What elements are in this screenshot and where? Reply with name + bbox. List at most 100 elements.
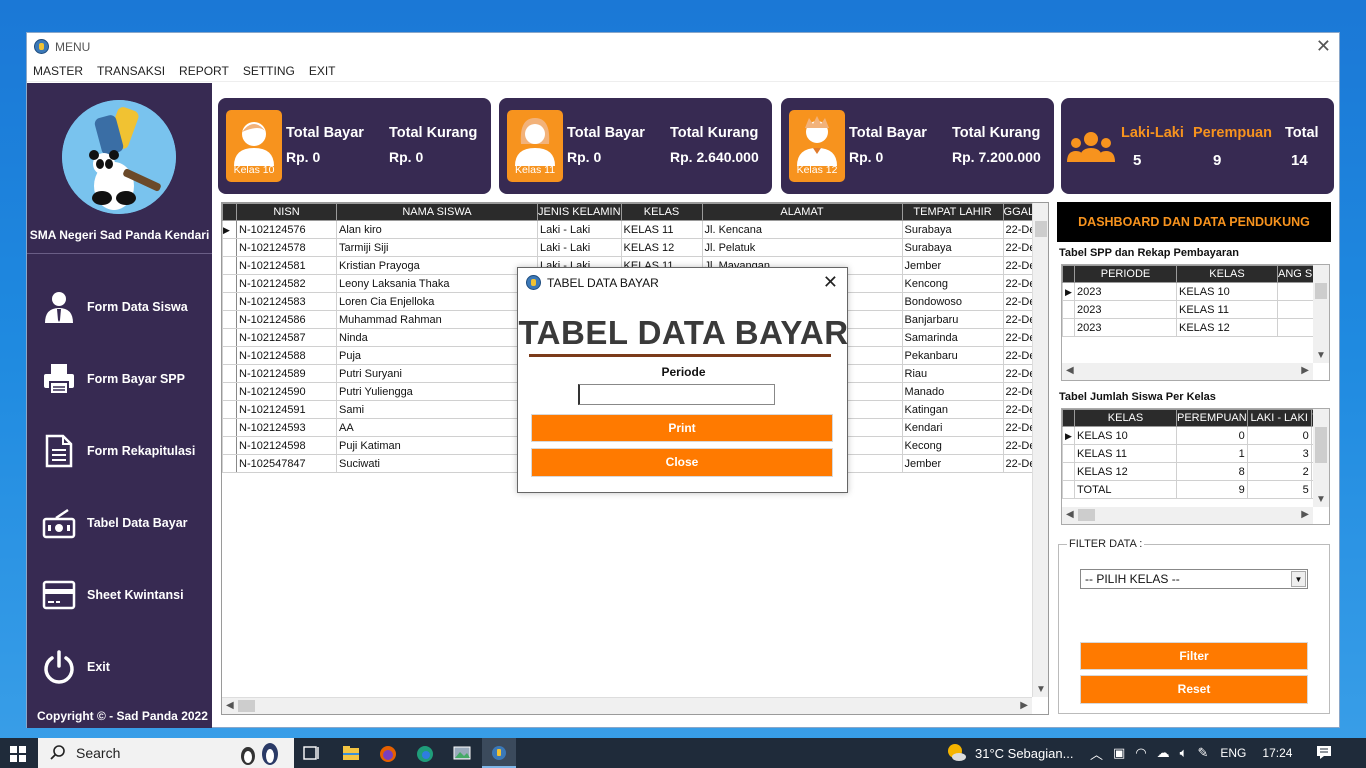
sidebar-item-form-bayar-spp[interactable]: Form Bayar SPP [41, 359, 211, 399]
table-cell[interactable]: Jember [901, 454, 1004, 473]
row-header[interactable] [222, 454, 237, 473]
table-row[interactable]: 2023 KELAS 12 [1062, 318, 1321, 337]
table-cell[interactable]: Samarinda [901, 328, 1004, 347]
table-row[interactable]: ▶ 2023 KELAS 10 [1062, 282, 1321, 301]
row-header[interactable] [1062, 300, 1075, 319]
chevron-up-icon[interactable]: ︿ [1090, 744, 1103, 763]
menu-report[interactable]: REPORT [179, 64, 229, 78]
row-header[interactable] [222, 274, 237, 293]
windows-start-icon[interactable] [10, 746, 26, 765]
file-explorer-icon[interactable] [342, 745, 360, 761]
scroll-right-icon[interactable]: ▶ [1020, 700, 1028, 711]
table-cell[interactable]: 3 [1246, 444, 1312, 463]
table-row[interactable]: KELAS 12 8 2 [1062, 462, 1321, 481]
spp-table[interactable]: PERIODE KELAS ANG SP ▶ 2023 KELAS 10 2023 KE… [1061, 264, 1330, 381]
chevron-down-icon[interactable]: ▼ [1291, 571, 1306, 587]
row-header[interactable] [222, 292, 237, 311]
filter-button[interactable]: Filter [1080, 642, 1308, 670]
print-button[interactable]: Print [531, 414, 833, 442]
row-header[interactable] [222, 346, 237, 365]
row-header[interactable] [222, 310, 237, 329]
col-nisn[interactable]: NISN [236, 203, 337, 221]
scroll-thumb[interactable] [1315, 427, 1327, 463]
table-cell[interactable]: N-102124583 [236, 292, 337, 311]
scroll-thumb[interactable] [238, 700, 255, 712]
col-kelas[interactable]: KELAS [1176, 265, 1278, 283]
taskbar-active-app[interactable] [482, 738, 516, 768]
menu-master[interactable]: MASTER [33, 64, 83, 78]
table-cell[interactable]: TOTAL [1074, 480, 1177, 499]
table-cell[interactable]: Jember [901, 256, 1004, 275]
grid-vertical-scrollbar[interactable]: ▼ [1032, 203, 1048, 697]
kelas-select[interactable]: -- PILIH KELAS -- ▼ [1080, 569, 1308, 589]
row-header[interactable] [1062, 480, 1075, 499]
sidebar-item-tabel-data-bayar[interactable]: Tabel Data Bayar [41, 503, 211, 543]
table-cell[interactable]: 2023 [1074, 318, 1177, 337]
col-kelas[interactable]: KELAS [620, 203, 703, 221]
table-cell[interactable]: Muhammad Rahman [336, 310, 538, 329]
table-cell[interactable]: Putri Yuliengga [336, 382, 538, 401]
row-header[interactable] [222, 256, 237, 275]
table-cell[interactable]: Sami [336, 400, 538, 419]
scroll-down-icon[interactable]: ▼ [1036, 684, 1046, 695]
table-cell[interactable]: KELAS 10 [1176, 282, 1278, 301]
table-cell[interactable]: Laki - Laki [537, 220, 622, 239]
table-cell[interactable]: Laki - Laki [537, 238, 622, 257]
table-cell[interactable]: Ninda [336, 328, 538, 347]
table-cell[interactable]: Riau [901, 364, 1004, 383]
row-header[interactable] [222, 364, 237, 383]
table-cell[interactable]: N-102124589 [236, 364, 337, 383]
table-row[interactable]: ▶ KELAS 10 0 0 [1062, 426, 1321, 445]
spp-horizontal-scrollbar[interactable]: ◀ ▶ [1062, 363, 1313, 380]
dialog-close-icon[interactable]: ✕ [823, 272, 838, 293]
jumlah-horizontal-scrollbar[interactable]: ◀ ▶ [1062, 507, 1313, 524]
scroll-right-icon[interactable]: ▶ [1301, 365, 1309, 376]
table-cell[interactable]: Surabaya [901, 238, 1004, 257]
edge-icon[interactable] [416, 745, 434, 762]
table-cell[interactable]: 2023 [1074, 300, 1177, 319]
table-cell[interactable]: KELAS 12 [620, 238, 703, 257]
table-cell[interactable]: Surabaya [901, 220, 1004, 239]
table-cell[interactable]: N-102547847 [236, 454, 337, 473]
table-cell[interactable]: 0 [1176, 426, 1248, 445]
scroll-left-icon[interactable]: ◀ [226, 700, 234, 711]
table-cell[interactable]: Banjarbaru [901, 310, 1004, 329]
table-cell[interactable]: N-102124581 [236, 256, 337, 275]
table-cell[interactable]: N-102124582 [236, 274, 337, 293]
clock[interactable]: 17:24 [1262, 746, 1292, 760]
table-cell[interactable]: Jl. Pelatuk [701, 238, 903, 257]
table-row[interactable]: ▶ N-102124576 Alan kiro Laki - Laki KELAS 11… [222, 220, 1044, 239]
volume-icon[interactable]: 🔈︎ [1180, 745, 1188, 761]
row-header[interactable] [222, 382, 237, 401]
table-cell[interactable]: KELAS 12 [1074, 462, 1177, 481]
table-cell[interactable]: KELAS 11 [1074, 444, 1177, 463]
spp-vertical-scrollbar[interactable]: ▼ [1313, 265, 1329, 363]
row-header[interactable]: ▶ [1062, 426, 1075, 445]
table-cell[interactable]: Kencong [901, 274, 1004, 293]
table-row[interactable]: TOTAL 9 5 [1062, 480, 1321, 499]
firefox-icon[interactable] [379, 745, 397, 762]
network-icon[interactable]: ◠ [1135, 745, 1146, 761]
table-cell[interactable]: 2 [1246, 462, 1312, 481]
sidebar-item-form-data-siswa[interactable]: Form Data Siswa [41, 287, 211, 327]
table-cell[interactable]: Manado [901, 382, 1004, 401]
table-cell[interactable]: 9 [1176, 480, 1248, 499]
weather-widget[interactable]: 31°C Sebagian... [945, 738, 1073, 768]
jumlah-siswa-table[interactable]: KELAS PEREMPUAN LAKI - LAKI T ▶KELAS 100… [1061, 408, 1330, 525]
sidebar-item-form-rekapitulasi[interactable]: Form Rekapitulasi [41, 431, 211, 471]
taskbar-search-box[interactable]: Search [38, 738, 294, 768]
table-cell[interactable]: KELAS 12 [1176, 318, 1278, 337]
scroll-right-icon[interactable]: ▶ [1301, 509, 1309, 520]
table-cell[interactable]: N-102124576 [236, 220, 337, 239]
table-cell[interactable]: AA [336, 418, 538, 437]
table-cell[interactable]: Bondowoso [901, 292, 1004, 311]
scroll-left-icon[interactable]: ◀ [1066, 509, 1074, 520]
table-cell[interactable]: N-102124578 [236, 238, 337, 257]
col-periode[interactable]: PERIODE [1074, 265, 1177, 283]
table-cell[interactable]: KELAS 11 [1176, 300, 1278, 319]
row-header[interactable] [222, 238, 237, 257]
row-header[interactable] [1062, 318, 1075, 337]
table-cell[interactable]: Kristian Prayoga [336, 256, 538, 275]
table-cell[interactable]: Leony Laksania Thaka [336, 274, 538, 293]
table-cell[interactable]: KELAS 11 [620, 220, 703, 239]
